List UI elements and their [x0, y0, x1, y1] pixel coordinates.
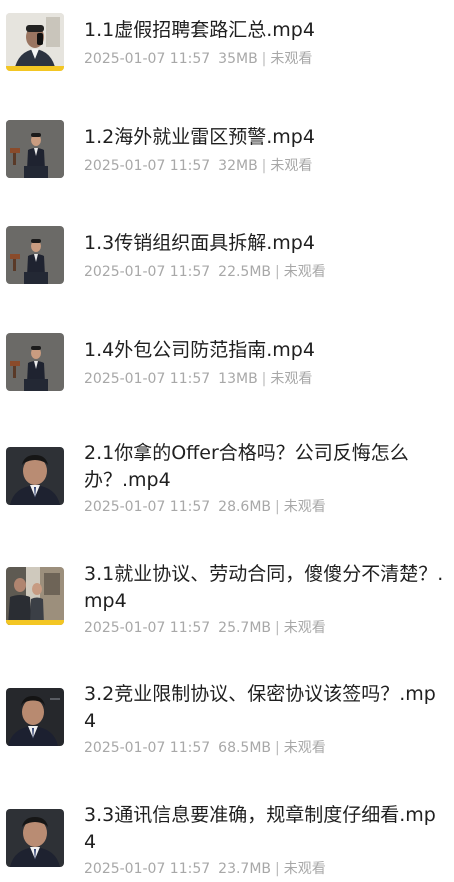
- video-file-list: 1.1虚假招聘套路汇总.mp4 2025-01-07 11:57 35MB | 未观看…: [0, 0, 454, 882]
- file-size: 32MB: [218, 158, 258, 174]
- watch-status: 未观看: [283, 264, 326, 280]
- file-date: 2025-01-07 11:57: [84, 51, 211, 67]
- file-name: 3.1就业协议、劳动合同，傻傻分不清楚？.mp4: [84, 563, 444, 612]
- file-date: 2025-01-07 11:57: [84, 620, 211, 636]
- file-date: 2025-01-07 11:57: [84, 740, 211, 756]
- file-size: 22.5MB: [218, 264, 272, 280]
- watch-status: 未观看: [270, 51, 313, 67]
- file-date: 2025-01-07 11:57: [84, 371, 211, 387]
- file-meta: 2025-01-07 11:57 68.5MB | 未观看: [84, 740, 326, 756]
- file-name: 1.2海外就业雷区预警.mp4: [84, 126, 315, 148]
- thumbnail-image-icon: [6, 333, 64, 391]
- thumbnail-image-icon: [6, 447, 64, 505]
- file-size: 13MB: [218, 371, 258, 387]
- file-meta: 2025-01-07 11:57 22.5MB | 未观看: [84, 264, 326, 280]
- watch-status: 未观看: [283, 861, 326, 877]
- file-size: 28.6MB: [218, 499, 272, 515]
- thumbnail-image-icon: [6, 688, 64, 746]
- thumbnail-image-icon: [6, 567, 64, 625]
- video-thumbnail: [6, 809, 64, 867]
- watch-status: 未观看: [270, 371, 313, 387]
- video-thumbnail: [6, 567, 64, 625]
- video-thumbnail: [6, 333, 64, 391]
- watch-status: 未观看: [283, 740, 326, 756]
- video-thumbnail: [6, 120, 64, 178]
- file-date: 2025-01-07 11:57: [84, 264, 211, 280]
- file-meta: 2025-01-07 11:57 35MB | 未观看: [84, 51, 313, 67]
- file-date: 2025-01-07 11:57: [84, 499, 211, 515]
- file-meta: 2025-01-07 11:57 25.7MB | 未观看: [84, 620, 326, 636]
- thumbnail-image-icon: [6, 13, 64, 71]
- file-name: 1.1虚假招聘套路汇总.mp4: [84, 19, 315, 41]
- file-size: 35MB: [218, 51, 258, 67]
- video-thumbnail: [6, 13, 64, 71]
- thumbnail-image-icon: [6, 120, 64, 178]
- file-meta: 2025-01-07 11:57 23.7MB | 未观看: [84, 861, 326, 877]
- video-thumbnail: [6, 226, 64, 284]
- file-name: 2.1你拿的Offer合格吗？公司反悔怎么办？.mp4: [84, 442, 409, 491]
- file-name: 3.3通讯信息要准确，规章制度仔细看.mp4: [84, 804, 436, 853]
- thumbnail-image-icon: [6, 809, 64, 867]
- watch-status: 未观看: [283, 620, 326, 636]
- file-meta: 2025-01-07 11:57 13MB | 未观看: [84, 371, 313, 387]
- file-date: 2025-01-07 11:57: [84, 861, 211, 877]
- file-date: 2025-01-07 11:57: [84, 158, 211, 174]
- video-thumbnail: [6, 688, 64, 746]
- watch-status: 未观看: [283, 499, 326, 515]
- file-size: 23.7MB: [218, 861, 272, 877]
- file-name: 3.2竞业限制协议、保密协议该签吗？.mp4: [84, 683, 436, 732]
- file-name: 1.4外包公司防范指南.mp4: [84, 339, 315, 361]
- file-size: 68.5MB: [218, 740, 272, 756]
- file-size: 25.7MB: [218, 620, 272, 636]
- file-name: 1.3传销组织面具拆解.mp4: [84, 232, 315, 254]
- file-meta: 2025-01-07 11:57 32MB | 未观看: [84, 158, 313, 174]
- watch-status: 未观看: [270, 158, 313, 174]
- thumbnail-image-icon: [6, 226, 64, 284]
- video-thumbnail: [6, 447, 64, 505]
- file-meta: 2025-01-07 11:57 28.6MB | 未观看: [84, 499, 326, 515]
